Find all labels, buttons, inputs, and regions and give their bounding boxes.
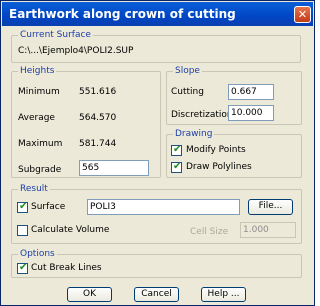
current-surface-legend: Current Surface: [18, 29, 93, 41]
average-value: 564.570: [79, 113, 117, 123]
modify-points-checkbox[interactable]: ✔: [171, 144, 182, 156]
slope-group: Slope Cutting 0.667 Discretization 10.00…: [166, 65, 302, 125]
check-icon: ✔: [19, 201, 28, 212]
check-icon: ✔: [173, 161, 182, 172]
surface-label[interactable]: Surface: [31, 201, 65, 213]
options-group: Options ✔ Cut Break Lines: [11, 248, 302, 278]
surface-checkbox[interactable]: ✔: [17, 201, 28, 213]
file-button[interactable]: File...: [248, 199, 293, 215]
discretization-input[interactable]: 10.000: [228, 105, 274, 121]
minimum-value: 551.616: [79, 87, 117, 97]
result-group: Result ✔ Surface POLI3 File... Calculate…: [11, 183, 302, 244]
maximum-value: 581.744: [79, 139, 117, 149]
close-icon: ✕: [297, 8, 308, 21]
cutting-input[interactable]: 0.667: [228, 84, 274, 100]
close-button[interactable]: ✕: [294, 6, 311, 23]
heights-legend: Heights: [18, 65, 57, 77]
options-legend: Options: [18, 248, 57, 260]
cell-size-label: Cell Size: [190, 227, 229, 237]
heights-group: Heights Minimum 551.616 Average 564.570 …: [11, 65, 161, 178]
window-title: Earthwork along crown of cutting: [9, 7, 236, 21]
cutting-label: Cutting: [171, 87, 204, 97]
cut-break-lines-checkbox[interactable]: ✔: [17, 262, 28, 274]
cell-size-input[interactable]: 1.000: [240, 222, 296, 238]
current-surface-path: C:\...\Ejemplo4\POLI2.SUP: [18, 46, 134, 56]
current-surface-group: Current Surface C:\...\Ejemplo4\POLI2.SU…: [11, 29, 301, 63]
draw-polylines-checkbox[interactable]: ✔: [171, 161, 182, 173]
minimum-label: Minimum: [18, 87, 60, 97]
maximum-label: Maximum: [18, 139, 63, 149]
subgrade-input[interactable]: 565: [79, 160, 149, 176]
check-icon: ✔: [19, 262, 28, 273]
surface-name-input[interactable]: POLI3: [87, 199, 240, 215]
drawing-group: Drawing ✔ Modify Points ✔ Draw Polylines: [166, 128, 302, 178]
ok-button[interactable]: OK: [67, 287, 112, 302]
subgrade-label: Subgrade: [18, 165, 62, 175]
dialog-window: Earthwork along crown of cutting ✕ Curre…: [0, 0, 315, 306]
help-button[interactable]: Help ...: [201, 287, 246, 302]
discretization-label: Discretization: [171, 110, 233, 120]
result-legend: Result: [18, 183, 50, 195]
title-bar[interactable]: Earthwork along crown of cutting ✕: [2, 2, 313, 26]
cut-break-lines-label[interactable]: Cut Break Lines: [31, 262, 102, 274]
calculate-volume-checkbox[interactable]: [17, 225, 28, 236]
cancel-button[interactable]: Cancel: [134, 287, 179, 302]
average-label: Average: [18, 113, 55, 123]
calculate-volume-label[interactable]: Calculate Volume: [31, 224, 109, 236]
slope-legend: Slope: [173, 65, 202, 77]
drawing-legend: Drawing: [173, 128, 215, 140]
draw-polylines-label[interactable]: Draw Polylines: [186, 161, 252, 173]
check-icon: ✔: [173, 144, 182, 155]
modify-points-label[interactable]: Modify Points: [186, 144, 246, 156]
